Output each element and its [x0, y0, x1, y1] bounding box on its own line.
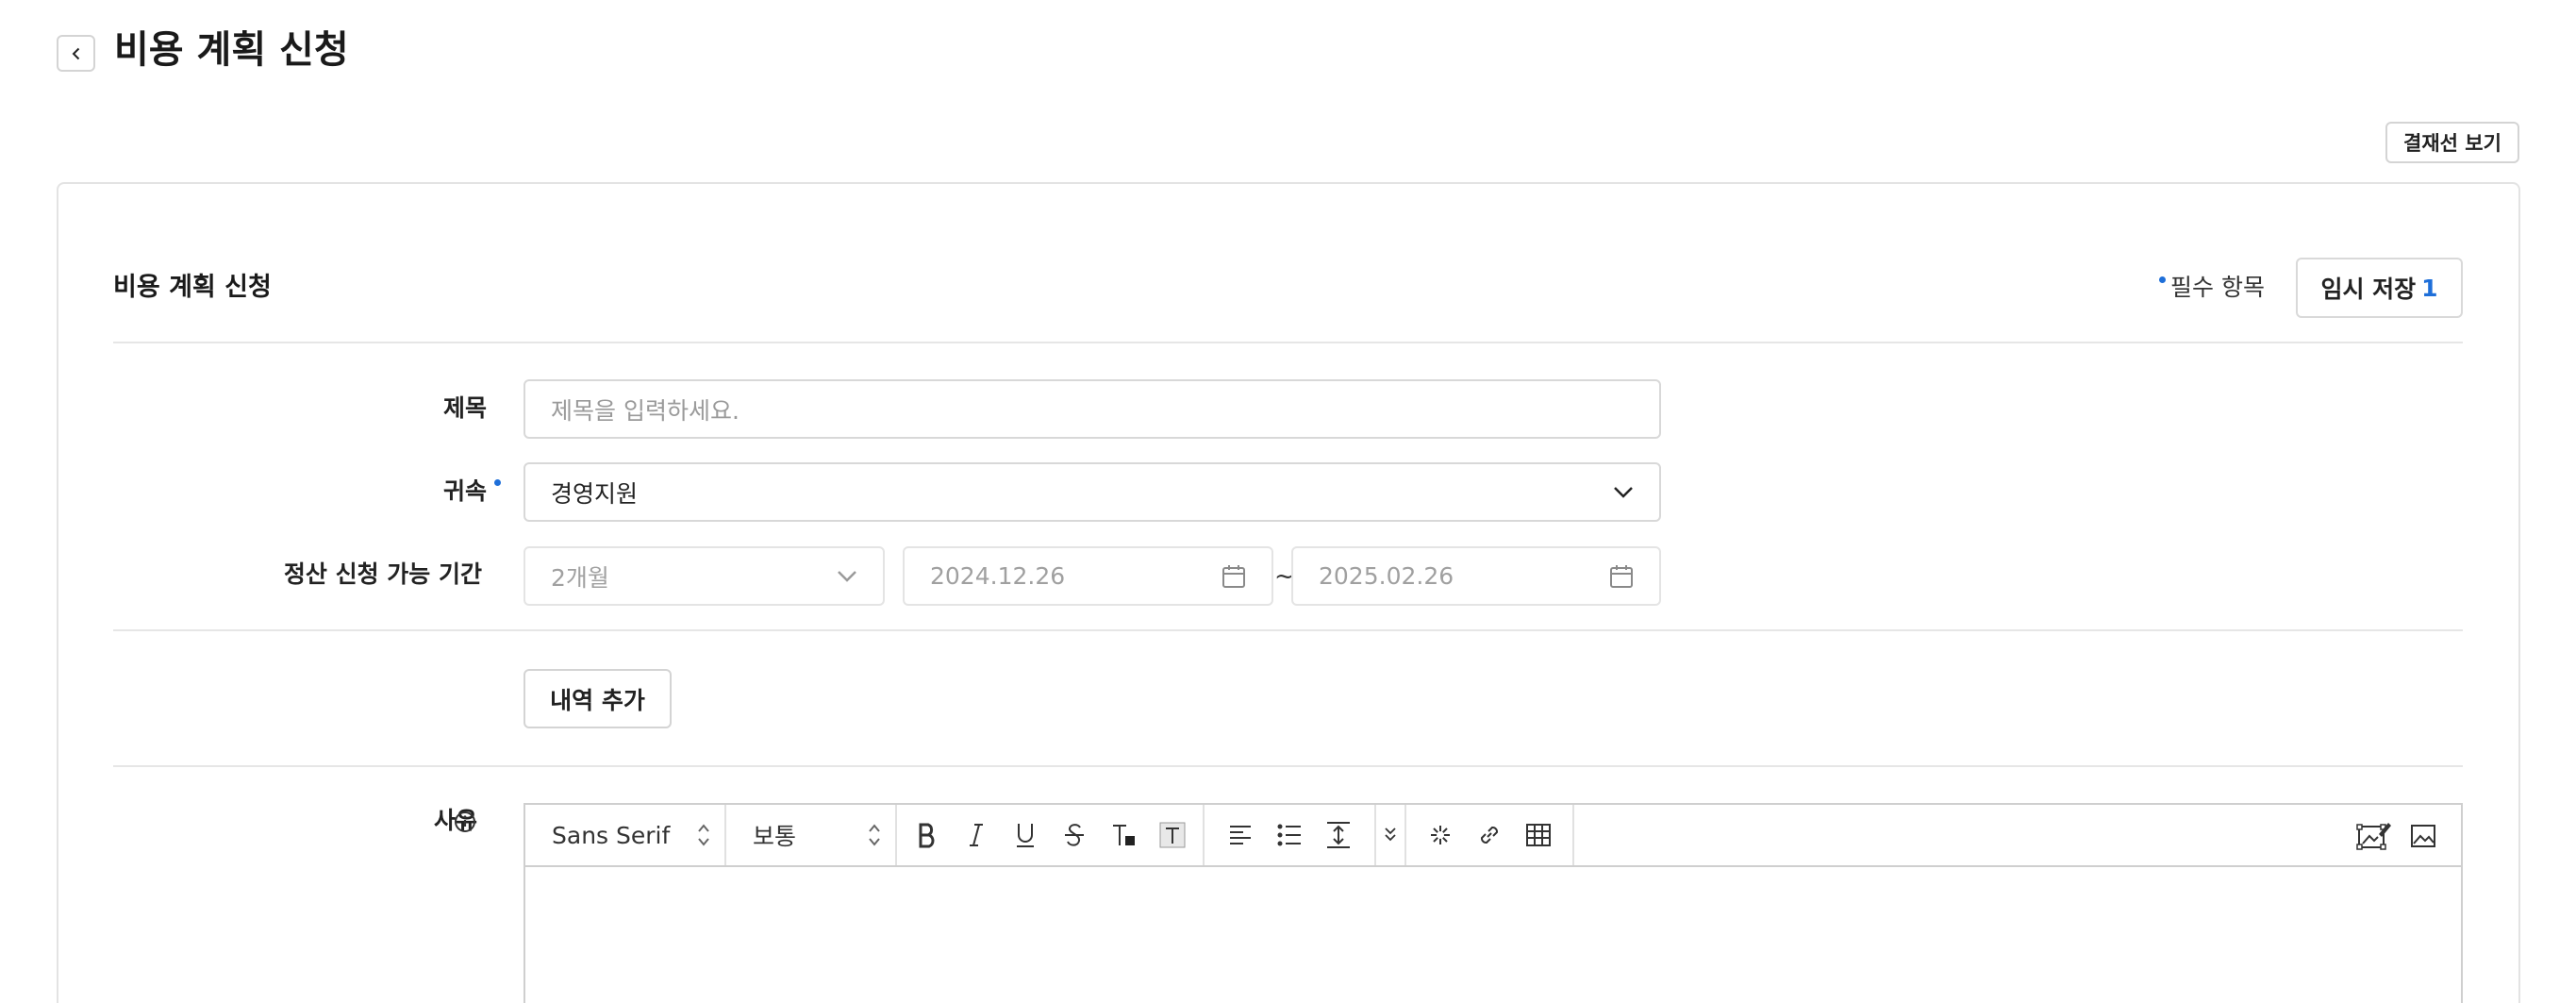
link-icon[interactable]	[1465, 811, 1514, 860]
align-left-icon[interactable]	[1216, 811, 1265, 860]
double-chevron-down-icon[interactable]	[1384, 826, 1397, 844]
end-date-input[interactable]: 2025.02.26	[1291, 546, 1661, 606]
chevron-down-icon	[1614, 486, 1633, 498]
section-divider	[113, 342, 2463, 343]
page-title: 비용 계획 신청	[114, 28, 349, 72]
font-size-group: 보통	[726, 805, 897, 865]
save-draft-button[interactable]: 임시 저장 1	[2296, 258, 2463, 318]
paragraph-group	[1205, 805, 1376, 865]
text-color-icon[interactable]	[1099, 811, 1148, 860]
calendar-icon[interactable]	[1609, 564, 1634, 589]
save-draft-label: 임시 저장	[2320, 276, 2417, 303]
reason-label: 사유	[283, 805, 477, 837]
add-item-button[interactable]: 내역 추가	[524, 669, 672, 728]
bullet-list-icon[interactable]	[1265, 811, 1314, 860]
editor-toolbar: Sans Serif 보통	[525, 805, 2461, 867]
department-label-text: 귀속	[442, 477, 487, 505]
section-divider	[113, 765, 2463, 767]
text-background-icon[interactable]	[1148, 811, 1197, 860]
back-button[interactable]	[57, 35, 95, 72]
font-family-select[interactable]: Sans Serif	[525, 805, 724, 865]
period-duration-select[interactable]: 2개월	[524, 546, 885, 606]
start-date-value: 2024.12.26	[930, 562, 1066, 590]
settlement-period-label-text: 정산 신청 가능 기간	[283, 560, 482, 588]
image-edit-icon[interactable]	[2350, 811, 2399, 861]
strikethrough-icon[interactable]	[1050, 811, 1099, 860]
image-icon[interactable]	[2399, 811, 2448, 861]
line-height-icon[interactable]	[1314, 811, 1363, 860]
chevron-left-icon	[72, 47, 79, 59]
font-family-value: Sans Serif	[552, 821, 671, 849]
media-group	[2350, 805, 2448, 867]
font-size-select[interactable]: 보통	[726, 805, 895, 865]
view-approval-line-button[interactable]: 결재선 보기	[2385, 122, 2519, 163]
end-date-value: 2025.02.26	[1319, 562, 1454, 590]
more-options-group	[1376, 805, 1406, 865]
updown-chevron-icon	[698, 824, 709, 846]
underline-icon[interactable]	[1001, 811, 1050, 860]
department-value: 경영지원	[551, 479, 639, 508]
section-title: 비용 계획 신청	[113, 273, 272, 302]
table-icon[interactable]	[1514, 811, 1563, 860]
required-note: 필수 항목	[2159, 271, 2265, 305]
info-icon[interactable]	[454, 811, 476, 837]
required-dot-icon	[2159, 276, 2166, 283]
italic-icon[interactable]	[952, 811, 1001, 860]
text-style-group	[897, 805, 1205, 865]
font-size-value: 보통	[753, 823, 797, 850]
title-input-placeholder: 제목을 입력하세요.	[551, 396, 740, 425]
title-input[interactable]: 제목을 입력하세요.	[524, 379, 1661, 439]
updown-chevron-icon	[869, 824, 880, 846]
save-draft-count: 1	[2421, 274, 2438, 302]
department-label: 귀속	[283, 476, 501, 508]
font-family-group: Sans Serif	[525, 805, 726, 865]
calendar-icon[interactable]	[1222, 564, 1246, 589]
settlement-period-label: 정산 신청 가능 기간	[283, 559, 482, 591]
insert-group	[1406, 805, 1574, 865]
reason-editor[interactable]: Sans Serif 보통	[524, 803, 2463, 1003]
chevron-down-icon	[838, 570, 856, 582]
title-label-text: 제목	[442, 394, 487, 422]
bold-icon[interactable]	[903, 811, 952, 860]
clear-format-icon[interactable]	[1416, 811, 1465, 860]
department-select[interactable]: 경영지원	[524, 462, 1661, 522]
title-label: 제목	[283, 393, 487, 425]
required-note-label: 필수 항목	[2170, 274, 2265, 301]
start-date-input[interactable]: 2024.12.26	[903, 546, 1273, 606]
period-duration-value: 2개월	[551, 563, 609, 592]
section-divider	[113, 629, 2463, 631]
required-dot-icon	[494, 479, 501, 486]
